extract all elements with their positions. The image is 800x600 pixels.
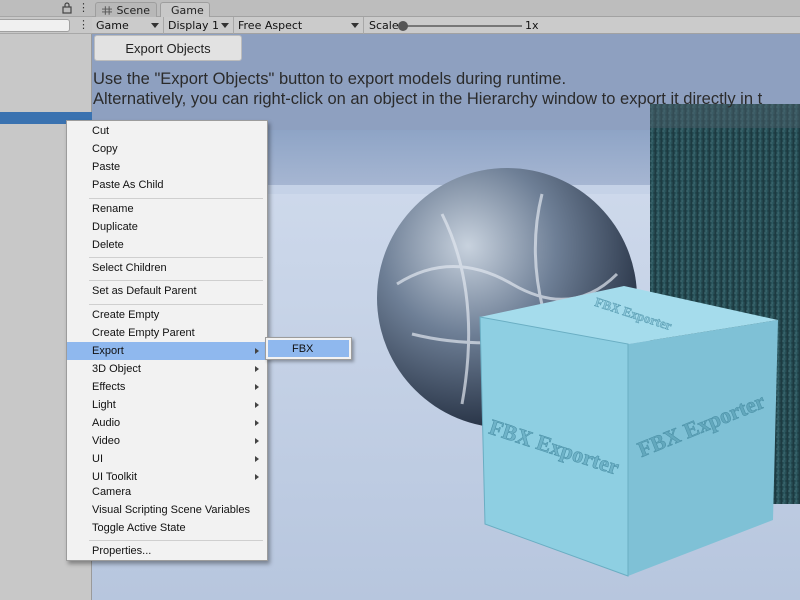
- menu-item-copy[interactable]: Copy: [67, 140, 267, 158]
- menu-item-label: Video: [92, 435, 120, 447]
- view-tabbar: Scene Game: [92, 0, 800, 17]
- chevron-right-icon: [255, 474, 259, 480]
- chevron-down-icon: [351, 23, 359, 28]
- menu-item-label: Effects: [92, 381, 126, 393]
- context-menu: Cut Copy Paste Paste As Child Rename Duplicat…: [66, 120, 268, 561]
- menu-item-camera[interactable]: Camera: [67, 483, 267, 501]
- game-toolbar: Game Display 1 Free Aspect Scale 1x: [92, 17, 800, 34]
- kebab-menu-icon[interactable]: ⋮: [78, 18, 89, 32]
- chevron-right-icon: [255, 384, 259, 390]
- menu-item-cut[interactable]: Cut: [67, 122, 267, 140]
- menu-item-label: Create Empty: [92, 309, 160, 321]
- menu-item-label: Paste: [92, 161, 121, 173]
- menu-item-label: Cut: [92, 125, 110, 137]
- chevron-right-icon: [255, 456, 259, 462]
- menu-item-select-children[interactable]: Select Children: [67, 259, 267, 277]
- menu-item-label: UI: [92, 453, 103, 465]
- menu-item-create-empty-parent[interactable]: Create Empty Parent: [67, 324, 267, 342]
- menu-item-label: Properties...: [92, 545, 152, 557]
- unity-editor-window: ⋮ ⋮ Scene Game Game Display 1 Free Aspec…: [0, 0, 800, 600]
- display-dropdown[interactable]: Display 1: [164, 17, 234, 34]
- aspect-dropdown[interactable]: Free Aspect: [234, 17, 364, 34]
- menu-item-export[interactable]: Export: [67, 342, 267, 360]
- menu-item-rename[interactable]: Rename: [67, 200, 267, 218]
- chevron-right-icon: [255, 402, 259, 408]
- menu-item-label: Rename: [92, 203, 134, 215]
- menu-separator: [89, 304, 263, 305]
- menu-item-ui[interactable]: UI: [67, 450, 267, 468]
- menu-item-label: Copy: [92, 143, 118, 155]
- menu-item-toggle-active-state[interactable]: Toggle Active State: [67, 519, 267, 537]
- menu-separator: [89, 198, 263, 199]
- menu-item-label: Delete: [92, 239, 124, 251]
- menu-separator: [89, 257, 263, 258]
- kebab-menu-icon[interactable]: ⋮: [78, 1, 89, 15]
- menu-item-label: Duplicate: [92, 221, 138, 233]
- menu-item-label: Camera: [92, 486, 132, 498]
- aspect-value: Free Aspect: [238, 19, 303, 32]
- chevron-down-icon: [151, 23, 159, 28]
- menu-item-label: Toggle Active State: [92, 522, 186, 534]
- hierarchy-toolbar: ⋮: [0, 17, 92, 34]
- lock-icon[interactable]: [62, 2, 72, 14]
- menu-item-paste-as-child[interactable]: Paste As Child: [67, 176, 267, 194]
- tab-game[interactable]: Game: [160, 2, 210, 17]
- menu-item-label: UI Toolkit: [92, 471, 138, 483]
- menu-item-effects[interactable]: Effects: [67, 378, 267, 396]
- menu-item-label: Visual Scripting Scene Variables: [92, 504, 250, 516]
- menu-item-fbx[interactable]: FBX: [268, 340, 349, 357]
- menu-item-duplicate[interactable]: Duplicate: [67, 218, 267, 236]
- menu-item-3d-object[interactable]: 3D Object: [67, 360, 267, 378]
- menu-item-label: Set as Default Parent: [92, 285, 197, 297]
- menu-item-set-as-default-parent[interactable]: Set as Default Parent: [67, 282, 267, 300]
- tab-scene[interactable]: Scene: [95, 2, 157, 17]
- scale-slider-thumb[interactable]: [398, 21, 408, 31]
- menu-item-delete[interactable]: Delete: [67, 236, 267, 254]
- tab-scene-label: Scene: [116, 3, 150, 17]
- tab-game-label: Game: [171, 3, 204, 17]
- menu-separator: [89, 540, 263, 541]
- chevron-right-icon: [255, 348, 259, 354]
- info-text-line-1: Use the "Export Objects" button to expor…: [93, 70, 567, 88]
- hierarchy-tabbar: ⋮: [0, 0, 92, 17]
- chevron-right-icon: [255, 438, 259, 444]
- menu-item-audio[interactable]: Audio: [67, 414, 267, 432]
- menu-item-label: Select Children: [92, 262, 167, 274]
- menu-item-paste[interactable]: Paste: [67, 158, 267, 176]
- chevron-right-icon: [255, 366, 259, 372]
- menu-item-label: Export: [92, 345, 124, 357]
- scale-slider-track[interactable]: [404, 25, 522, 27]
- menu-item-label: 3D Object: [92, 363, 141, 375]
- info-text-line-2: Alternatively, you can right-click on an…: [93, 90, 763, 108]
- menu-item-label: Paste As Child: [92, 179, 164, 191]
- menu-item-visual-scripting-scene-variables[interactable]: Visual Scripting Scene Variables: [67, 501, 267, 519]
- chevron-down-icon: [221, 23, 229, 28]
- chevron-right-icon: [255, 420, 259, 426]
- view-mode-dropdown[interactable]: Game: [92, 17, 164, 34]
- view-mode-value: Game: [96, 19, 129, 32]
- menu-item-label: Audio: [92, 417, 121, 429]
- menu-item-light[interactable]: Light: [67, 396, 267, 414]
- scale-label: Scale: [369, 19, 399, 32]
- menu-separator: [89, 280, 263, 281]
- grid-icon: [102, 5, 113, 15]
- hierarchy-search-input[interactable]: [0, 19, 70, 32]
- menu-item-properties[interactable]: Properties...: [67, 542, 267, 560]
- scale-value: 1x: [525, 19, 539, 32]
- menu-item-video[interactable]: Video: [67, 432, 267, 450]
- export-submenu: FBX: [265, 337, 352, 360]
- export-objects-button[interactable]: Export Objects: [94, 35, 242, 61]
- menu-item-label: Create Empty Parent: [92, 327, 195, 339]
- menu-item-create-empty[interactable]: Create Empty: [67, 306, 267, 324]
- menu-item-label: Light: [92, 399, 116, 411]
- display-value: Display 1: [168, 19, 220, 32]
